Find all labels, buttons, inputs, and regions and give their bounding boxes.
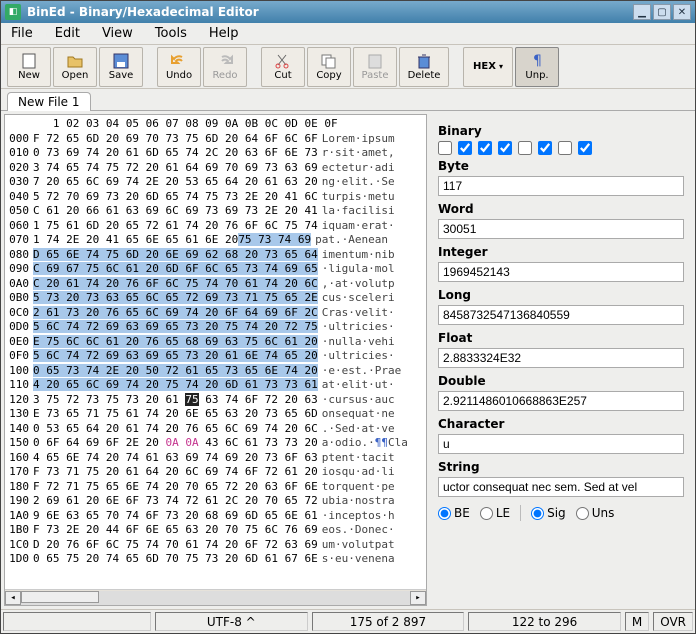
menu-view[interactable]: View (98, 24, 137, 43)
pilcrow-icon: ¶ (528, 53, 546, 69)
cut-button[interactable]: Cut (261, 47, 305, 87)
scroll-track[interactable] (21, 591, 410, 605)
copy-button[interactable]: Copy (307, 47, 351, 87)
radio-be[interactable]: BE (438, 506, 470, 520)
redo-button[interactable]: Redo (203, 47, 247, 87)
new-button[interactable]: New (7, 47, 51, 87)
string-label: String (438, 460, 684, 474)
save-icon (112, 53, 130, 69)
long-label: Long (438, 288, 684, 302)
endianness-sign-row: BE LE Sig Uns (438, 505, 684, 521)
bit-2[interactable] (478, 141, 492, 155)
string-field[interactable] (438, 477, 684, 497)
status-ovr[interactable]: OVR (653, 612, 693, 631)
cut-label: Cut (274, 70, 291, 81)
byte-field[interactable] (438, 176, 684, 196)
tab-file-1[interactable]: New File 1 (7, 92, 91, 111)
status-position: 175 of 2 897 (312, 612, 465, 631)
statusbar: UTF-8 ^ 175 of 2 897 122 to 296 M OVR (1, 609, 695, 633)
bit-5[interactable] (538, 141, 552, 155)
chevron-down-icon: ▾ (499, 62, 503, 71)
hex-label: HEX (473, 61, 496, 72)
long-field[interactable] (438, 305, 684, 325)
open-button[interactable]: Open (53, 47, 97, 87)
undo-button[interactable]: Undo (157, 47, 201, 87)
delete-label: Delete (408, 70, 441, 81)
integer-field[interactable] (438, 262, 684, 282)
cut-icon (274, 53, 292, 69)
integer-label: Integer (438, 245, 684, 259)
character-label: Character (438, 417, 684, 431)
menubar: File Edit View Tools Help (1, 23, 695, 45)
maximize-button[interactable]: ▢ (653, 4, 671, 20)
status-spacer (3, 612, 151, 631)
byte-label: Byte (438, 159, 684, 173)
scroll-left-button[interactable]: ◂ (5, 591, 21, 605)
tabbar: New File 1 (1, 89, 695, 111)
redo-icon (216, 53, 234, 69)
paste-button[interactable]: Paste (353, 47, 397, 87)
double-label: Double (438, 374, 684, 388)
titlebar[interactable]: ◧ BinEd - Binary/Hexadecimal Editor ▁ ▢ … (1, 1, 695, 23)
hex-body[interactable]: 1 02 03 04 05 06 07 08 09 0A 0B 0C 0D 0E… (5, 115, 426, 589)
radio-uns[interactable]: Uns (576, 506, 615, 520)
save-label: Save (109, 70, 134, 81)
undo-label: Undo (166, 70, 192, 81)
menu-file[interactable]: File (7, 24, 37, 43)
open-label: Open (62, 70, 89, 81)
float-field[interactable] (438, 348, 684, 368)
bit-6[interactable] (558, 141, 572, 155)
new-label: New (18, 70, 40, 81)
unprintable-toggle[interactable]: ¶Unp. (515, 47, 559, 87)
open-icon (66, 53, 84, 69)
status-m[interactable]: M (625, 612, 649, 631)
menu-edit[interactable]: Edit (51, 24, 84, 43)
scroll-right-button[interactable]: ▸ (410, 591, 426, 605)
new-icon (20, 53, 38, 69)
unp-label: Unp. (525, 70, 548, 81)
status-encoding[interactable]: UTF-8 ^ (155, 612, 308, 631)
double-field[interactable] (438, 391, 684, 411)
binary-bits (438, 141, 684, 155)
bit-3[interactable] (498, 141, 512, 155)
radio-sig[interactable]: Sig (531, 506, 566, 520)
save-button[interactable]: Save (99, 47, 143, 87)
menu-help[interactable]: Help (205, 24, 243, 43)
menu-tools[interactable]: Tools (151, 24, 191, 43)
float-label: Float (438, 331, 684, 345)
delete-button[interactable]: Delete (399, 47, 449, 87)
toolbar: New Open Save Undo Redo Cut Copy Paste D… (1, 45, 695, 89)
scroll-thumb[interactable] (21, 591, 99, 603)
paste-label: Paste (362, 70, 389, 81)
word-label: Word (438, 202, 684, 216)
bit-7[interactable] (578, 141, 592, 155)
radio-le[interactable]: LE (480, 506, 510, 520)
minimize-button[interactable]: ▁ (633, 4, 651, 20)
paste-icon (366, 53, 384, 69)
delete-icon (415, 53, 433, 69)
bit-4[interactable] (518, 141, 532, 155)
hex-editor[interactable]: 1 02 03 04 05 06 07 08 09 0A 0B 0C 0D 0E… (4, 114, 427, 606)
character-field[interactable] (438, 434, 684, 454)
bit-0[interactable] (438, 141, 452, 155)
bit-1[interactable] (458, 141, 472, 155)
redo-label: Redo (212, 70, 237, 81)
app-window: ◧ BinEd - Binary/Hexadecimal Editor ▁ ▢ … (0, 0, 696, 634)
window-title: BinEd - Binary/Hexadecimal Editor (27, 5, 259, 19)
main-area: 1 02 03 04 05 06 07 08 09 0A 0B 0C 0D 0E… (1, 111, 695, 609)
values-panel: Binary Byte Word Integer Long Float Doub… (430, 114, 692, 606)
binary-label: Binary (438, 124, 684, 138)
status-selection: 122 to 296 (468, 612, 621, 631)
app-icon: ◧ (5, 4, 21, 20)
close-button[interactable]: ✕ (673, 4, 691, 20)
copy-icon (320, 53, 338, 69)
svg-text:¶: ¶ (533, 53, 542, 69)
copy-label: Copy (316, 70, 341, 81)
horizontal-scrollbar[interactable]: ◂ ▸ (5, 589, 426, 605)
hex-mode-button[interactable]: HEX▾ (463, 47, 513, 87)
word-field[interactable] (438, 219, 684, 239)
undo-icon (170, 53, 188, 69)
